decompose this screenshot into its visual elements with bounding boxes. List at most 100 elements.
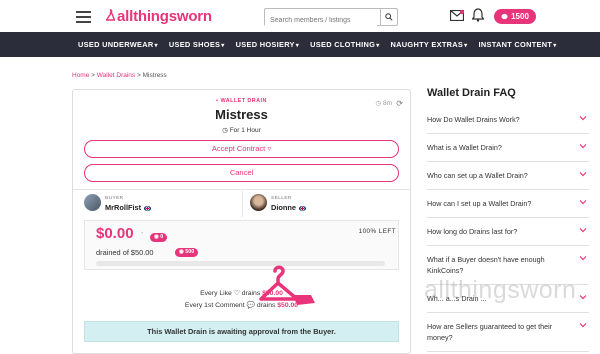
chevron-down-icon: ▾ [553,43,557,49]
faq-panel: Wallet Drain FAQ How Do Wallet Drains Wo… [427,87,589,352]
seller-avatar[interactable] [250,194,267,211]
buyer-block[interactable]: BUYER MrRollFist [84,194,234,216]
chevron-down-icon: ▾ [221,43,225,49]
breadcrumb: Home > Wallet Drains > Mistress [72,72,167,79]
faq-item[interactable]: Who can set up a Wallet Drain? [427,162,589,190]
chevron-down-icon: ▾ [154,43,158,49]
nav-used-underwear[interactable]: USED UNDERWEAR▾ [78,40,158,49]
breadcrumb-wallet-drains[interactable]: Wallet Drains [97,72,135,79]
hanger-logo-icon [106,9,115,21]
faq-item[interactable]: How Do Wallet Drains Work? [427,106,589,134]
uk-flag-icon [144,205,152,211]
faq-question: Wh... a...s Drain ... [427,294,487,303]
mail-icon[interactable] [450,10,464,21]
faq-question: How can I set up a Wallet Drain? [427,199,532,208]
chevron-down-icon [579,323,587,328]
divider [242,191,243,217]
chevron-down-icon [579,200,587,205]
percent-left: 100% LEFT [358,228,396,235]
nav-naughty-extras[interactable]: NAUGHTY EXTRAS▾ [391,40,468,49]
drain-type-label: WALLET DRAIN [220,98,267,104]
nav-label: NAUGHTY EXTRAS [390,40,464,49]
chevron-down-icon [579,256,587,261]
faq-title: Wallet Drain FAQ [427,87,516,99]
rule-like-label: Every Like [200,290,232,297]
rule-comment: Every 1st Comment 💬 drains $50.00 [73,301,410,309]
faq-item[interactable]: How can I set up a Wallet Drain? [427,190,589,218]
wallet-icon: ▪ [216,98,219,104]
clock-icon: ◷ [222,127,228,134]
hamburger-menu-icon[interactable] [76,11,91,23]
breadcrumb-separator: > [91,72,95,79]
drained-amount: $0.00 [96,225,134,242]
faq-item[interactable]: How are Sellers guaranteed to get their … [427,313,589,352]
drain-title: Mistress [215,107,268,122]
seller-block[interactable]: SELLER Dionne [250,194,400,216]
nav-used-shoes[interactable]: USED SHOES▾ [169,40,225,49]
chevron-down-icon: ▾ [376,43,380,49]
faq-item[interactable]: What if a Buyer doesn't have enough Kink… [427,246,589,285]
search-button[interactable] [380,9,397,25]
search-box [264,8,398,29]
seller-name: Dionne [271,203,297,212]
accept-contract-button[interactable]: Accept Contract ▿ [84,140,399,158]
faq-item[interactable]: Wh... a...s Drain ... [427,285,589,313]
faq-question: Who can set up a Wallet Drain? [427,171,528,180]
seller-role: SELLER [271,196,292,201]
drain-progress-bar [96,261,385,266]
chevron-down-icon: ▾ [295,43,300,49]
duration-label: For 1 Hour [229,127,261,134]
coin-balance-button[interactable]: 1500 [494,9,536,24]
drain-duration: ◷ For 1 Hour [73,126,410,134]
chevron-down-icon: ▿ [267,144,272,153]
notification-bell-icon[interactable] [472,8,484,22]
faq-question: What is a Wallet Drain? [427,143,502,152]
breadcrumb-current: Mistress [142,72,167,79]
coin-balance-value: 1500 [511,12,529,21]
nav-label: USED CLOTHING [310,40,376,49]
buyer-role: BUYER [105,196,124,201]
nav-label: INSTANT CONTENT [478,40,553,49]
amount-coins-pill: ◉ 0 [150,233,168,242]
faq-question: How Do Wallet Drains Work? [427,115,520,124]
logo-text: allthingsworn [117,8,212,25]
cancel-button[interactable]: Cancel [84,164,399,182]
accept-label: Accept Contract [211,144,266,153]
drain-type-badge: ▪ WALLET DRAIN [73,98,410,104]
timer: ◷ 8m [375,99,392,107]
buyer-name: MrRollFist [105,203,142,212]
chevron-down-icon [579,228,587,233]
nav-instant-content[interactable]: INSTANT CONTENT▾ [478,40,556,49]
wallet-drain-card: ▪ WALLET DRAIN ◷ 8m ⟳ Mistress ◷ For 1 H… [72,89,411,354]
drained-coins-pill: ◉ 500 [175,248,199,257]
drain-stats-box: $0.00 ◔ ◉ 0 drained of $50.00 ◉ 500 [84,220,399,270]
buyer-name-row: MrRollFist [105,203,152,212]
coin-icon: ◔ [140,231,144,237]
chevron-down-icon [579,144,587,149]
search-input[interactable] [265,12,377,29]
approval-notice: This Wallet Drain is awaiting approval f… [84,321,399,342]
site-logo[interactable]: allthingsworn [106,8,212,25]
nav-used-clothing[interactable]: USED CLOTHING▾ [310,40,379,49]
rule-like: Every Like ♡ drains $50.00 [73,289,410,297]
faq-item[interactable]: What is a Wallet Drain? [427,134,589,162]
main-nav: USED UNDERWEAR▾ USED SHOES▾ USED HOSIERY… [0,32,600,57]
nav-used-hosiery[interactable]: USED HOSIERY▾ [236,40,300,49]
top-bar: allthingsworn 1500 [0,0,600,32]
rule-comment-label: Every 1st Comment [184,302,245,309]
timer-value: 8m [382,100,392,107]
faq-item[interactable]: How long do Drains last for? [427,218,589,246]
seller-name-row: Dionne [271,203,307,212]
breadcrumb-home[interactable]: Home [72,72,89,79]
buyer-avatar[interactable] [84,194,101,211]
heart-icon: ♡ [233,290,240,297]
uk-flag-icon [299,205,307,211]
chevron-down-icon [579,116,587,121]
faq-question: How are Sellers guaranteed to get their … [427,322,553,342]
hanger-watermark-icon [259,265,315,305]
nav-label: USED UNDERWEAR [78,40,154,49]
chevron-down-icon [579,295,587,300]
drained-coins-value: 500 [185,249,195,255]
breadcrumb-separator: > [137,72,141,79]
divider [73,189,410,190]
